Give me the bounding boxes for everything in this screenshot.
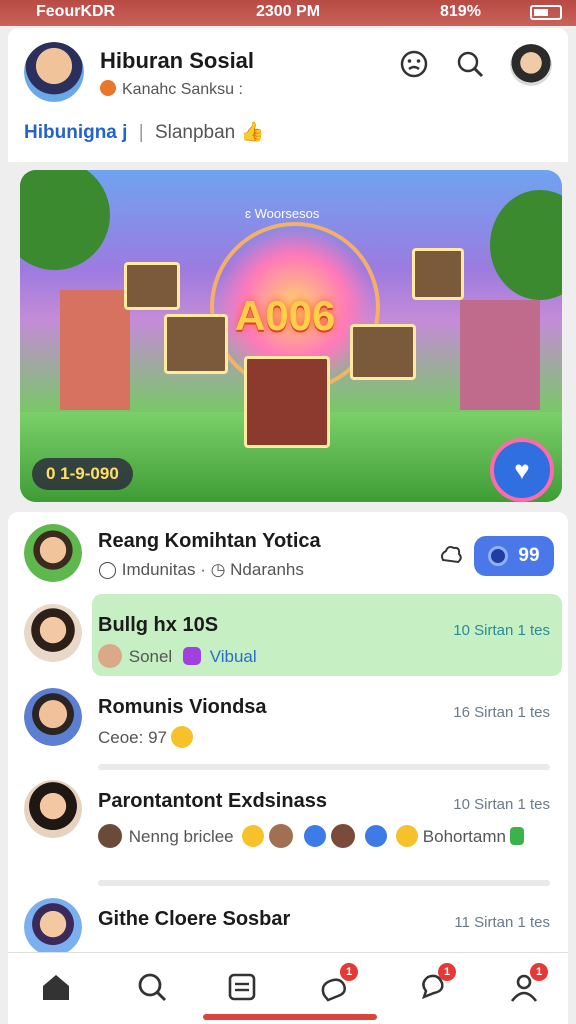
chat-time: 16 Sirtan 1 tes (453, 704, 550, 721)
battery-percent: 819% (440, 3, 481, 20)
emoji-face-icon[interactable] (396, 46, 432, 82)
badge-dot-icon (488, 546, 509, 566)
profile-icon[interactable]: 1 (504, 963, 548, 1007)
section-tabs: Hibunigna j | Slanpban 👍 (24, 120, 264, 144)
emoji-icon (242, 825, 265, 847)
mini-avatar (98, 644, 122, 668)
chat-name: Reang Komihtan Yotica (98, 530, 321, 552)
heart-icon[interactable]: ♥ (490, 438, 554, 502)
unread-badge[interactable]: 99 (474, 536, 554, 576)
chat-name: Parontantont Exdsinass (98, 790, 327, 812)
profile-notification-badge: 1 (530, 963, 548, 981)
emoji-icon (396, 825, 419, 847)
photo-card (412, 248, 464, 300)
chat-list: Reang Komihtan Yotica ◯ Imdunitas · ◷ Nd… (8, 512, 568, 956)
building-right (460, 300, 540, 410)
chat-meta: Sonel Vibual (98, 644, 257, 668)
list-item[interactable]: Githe Cloere Sosbar 11 Sirtan 1 tes (8, 896, 568, 956)
share-icon (303, 825, 326, 847)
building-left (60, 290, 130, 410)
my-avatar[interactable] (24, 42, 84, 102)
hero-banner[interactable]: ɛ Woorsesos A006 0 1-9-090 ♥ (20, 170, 562, 502)
row-divider (98, 880, 550, 886)
avatar (24, 898, 82, 956)
link-icon (365, 825, 388, 847)
photo-card (350, 324, 416, 380)
photo-card-center (244, 356, 330, 448)
profile-avatar[interactable] (510, 44, 552, 86)
carrier-name: FeourKDR (36, 3, 116, 20)
search-icon[interactable] (452, 46, 488, 82)
banner-caption: ɛ Woorsesos (245, 206, 320, 221)
chat-meta: Nenng briclee Bohortamn (98, 824, 524, 848)
thumbs-up-icon[interactable]: 👍 (241, 122, 265, 143)
clock: 2300 PM (256, 3, 321, 20)
photo-card (164, 314, 228, 374)
banner-counter: 0 1-9-090 (32, 458, 133, 490)
chat-name: Romunis Viondsa (98, 696, 267, 718)
notification-icon[interactable]: 1 (412, 963, 456, 1007)
feed-icon[interactable] (222, 967, 262, 1007)
battery-icon (530, 5, 562, 20)
chat-icon[interactable]: 1 (314, 963, 358, 1007)
smile-emoji-icon (171, 726, 193, 748)
chat-meta: ◯ Imdunitas · ◷ Ndaranhs (98, 560, 304, 579)
list-item[interactable]: Parontantont Exdsinass Nenng briclee Boh… (8, 776, 568, 876)
tab-secondary[interactable]: Slanpban (155, 122, 235, 143)
home-icon[interactable] (36, 967, 76, 1007)
pin-icon[interactable] (438, 542, 466, 570)
search-icon[interactable] (132, 967, 172, 1007)
avatar (24, 780, 82, 838)
community-icon (100, 80, 116, 96)
avatar (24, 604, 82, 662)
chat-time: 10 Sirtan 1 tes (453, 622, 550, 639)
status-bar: FeourKDR 2300 PM 819% (0, 0, 576, 26)
notify-notification-badge: 1 (438, 963, 456, 981)
user-icon: ◯ (98, 560, 118, 579)
chat-name: Githe Cloere Sosbar (98, 908, 291, 930)
mini-avatar (269, 824, 294, 848)
tab-divider: | (138, 122, 144, 143)
chat-name: Bullg hx 10S (98, 614, 219, 636)
avatar (24, 524, 82, 582)
app-subtitle: Kanahc Sanksu : (100, 80, 243, 99)
chat-meta: Ceoe: 97 (98, 726, 193, 748)
vibe-icon (182, 647, 201, 665)
clock-icon: ◷ (210, 560, 226, 579)
banner-headline: A006 (235, 292, 336, 339)
list-item[interactable]: Bullg hx 10S Sonel Vibual 10 Sirtan 1 te… (8, 594, 568, 678)
mini-avatar (98, 824, 122, 848)
status-icon (509, 827, 524, 845)
avatar (24, 688, 82, 746)
list-item[interactable]: Reang Komihtan Yotica ◯ Imdunitas · ◷ Nd… (8, 518, 568, 590)
chat-notification-badge: 1 (340, 963, 358, 981)
chat-time: 11 Sirtan 1 tes (454, 914, 550, 931)
tree-right (490, 190, 562, 300)
tab-primary[interactable]: Hibunigna j (24, 122, 127, 143)
home-indicator[interactable] (203, 1014, 377, 1020)
tree-left (20, 170, 110, 270)
app-title: Hiburan Sosial (100, 48, 255, 73)
photo-card (124, 262, 180, 310)
app-header: Hiburan Sosial Kanahc Sanksu : Hibunigna… (8, 28, 568, 162)
list-item[interactable]: Romunis Viondsa Ceoe: 97 16 Sirtan 1 tes (8, 684, 568, 768)
row-divider (98, 764, 550, 770)
chat-time: 10 Sirtan 1 tes (453, 796, 550, 813)
mini-avatar (330, 824, 355, 848)
